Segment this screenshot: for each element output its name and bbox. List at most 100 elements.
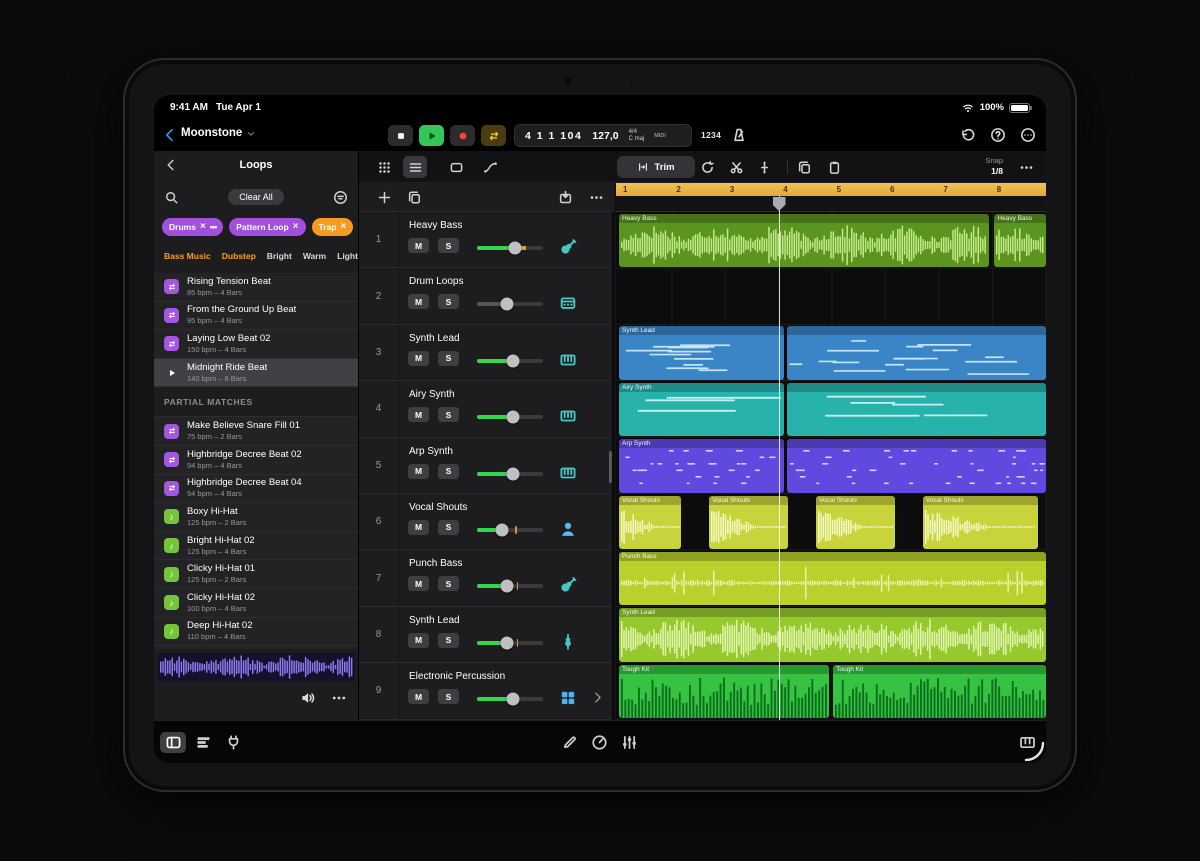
ruler-strip[interactable] [616, 196, 1046, 212]
tag-link[interactable]: Light [337, 251, 358, 261]
volume-slider[interactable] [477, 246, 543, 250]
loop-list-item[interactable]: ♪ Clicky Hi-Hat 01 125 bpm – 2 Bars [154, 560, 358, 589]
loop-list-item[interactable]: From the Ground Up Beat 95 bpm – 4 Bars [154, 302, 358, 331]
volume-slider[interactable] [477, 641, 543, 645]
track-import-button[interactable] [556, 188, 574, 206]
mixer-button[interactable] [616, 732, 642, 753]
region[interactable] [787, 383, 1046, 436]
track-header[interactable]: 5 Arp Synth M S [359, 438, 612, 494]
filter-pill[interactable]: Trap × [312, 218, 354, 236]
browsers-button[interactable] [160, 732, 186, 753]
mute-button[interactable]: M [408, 238, 429, 253]
expand-chevron-icon[interactable] [591, 691, 604, 704]
loop-tool-button[interactable] [698, 158, 716, 176]
region[interactable]: Synth Lead [619, 608, 1046, 661]
volume-slider[interactable] [477, 302, 543, 306]
automation-button[interactable] [481, 158, 499, 176]
solo-button[interactable]: S [438, 576, 459, 591]
loop-list-item[interactable]: ♪ Bright Hi-Hat 02 125 bpm – 4 Bars [154, 532, 358, 561]
track-header[interactable]: 4 Airy Synth M S [359, 381, 612, 437]
solo-button[interactable]: S [438, 689, 459, 704]
track-header[interactable]: 2 Drum Loops M S [359, 268, 612, 324]
volume-slider[interactable] [477, 528, 543, 532]
region[interactable]: Arp Synth [619, 439, 784, 492]
track-header[interactable]: 1 Heavy Bass M S [359, 212, 612, 268]
region[interactable]: Tough Kit [833, 665, 1046, 718]
track-header-more-button[interactable] [587, 188, 605, 206]
mute-button[interactable]: M [408, 689, 429, 704]
mute-button[interactable]: M [408, 520, 429, 535]
metronome-button[interactable] [731, 127, 747, 143]
region[interactable] [787, 439, 1046, 492]
solo-button[interactable]: S [438, 294, 459, 309]
solo-button[interactable]: S [438, 464, 459, 479]
marquee-tool-button[interactable] [447, 158, 465, 176]
remove-filter-icon[interactable]: × [293, 223, 299, 231]
more-options-button[interactable] [1020, 127, 1036, 143]
loop-list-item[interactable]: Highbridge Decree Beat 02 94 bpm – 4 Bar… [154, 446, 358, 475]
solo-button[interactable]: S [438, 351, 459, 366]
loop-list-item[interactable]: Highbridge Decree Beat 04 94 bpm – 4 Bar… [154, 475, 358, 504]
volume-slider[interactable] [477, 584, 543, 588]
tag-link[interactable]: Bright [267, 251, 292, 261]
gain-tool-button[interactable] [755, 158, 773, 176]
region[interactable]: Airy Synth [619, 383, 784, 436]
track-header[interactable]: 6 Vocal Shouts M S [359, 494, 612, 550]
solo-button[interactable]: S [438, 520, 459, 535]
region[interactable]: Heavy Bass [994, 214, 1046, 267]
region[interactable] [787, 326, 1046, 379]
clear-all-button[interactable]: Clear All [228, 189, 284, 205]
mute-button[interactable]: M [408, 464, 429, 479]
duplicate-track-button[interactable] [405, 188, 423, 206]
region[interactable]: Vocal Shouts [619, 496, 681, 549]
region[interactable]: Vocal Shouts [709, 496, 788, 549]
cycle-button[interactable] [481, 125, 506, 146]
cycle-range[interactable]: 12345678 [616, 183, 1046, 196]
region[interactable]: Punch Bass [619, 552, 1046, 605]
split-button[interactable] [727, 158, 745, 176]
trim-button[interactable]: Trim [617, 156, 695, 178]
volume-slider[interactable] [477, 415, 543, 419]
toolbar-more-button[interactable] [1017, 158, 1035, 176]
track-header[interactable]: 8 Synth Lead M S [359, 607, 612, 663]
region[interactable]: Heavy Bass [619, 214, 989, 267]
region[interactable]: Vocal Shouts [923, 496, 1038, 549]
loop-preview-waveform[interactable] [158, 653, 355, 681]
mute-button[interactable]: M [408, 407, 429, 422]
filter-pill[interactable]: Drums × ••• [162, 218, 223, 236]
play-button[interactable] [419, 125, 444, 146]
timeline-ruler[interactable]: 12345678 [616, 183, 1046, 212]
editors-button[interactable] [556, 732, 582, 753]
lcd-display[interactable]: 4 1 1 104 127,0 4/4 C maj MIDI [514, 124, 692, 147]
filter-pill[interactable]: Pattern Loop × [229, 218, 305, 236]
count-in-button[interactable]: 1234 [701, 130, 721, 140]
grid-view-button[interactable] [375, 158, 393, 176]
mute-button[interactable]: M [408, 294, 429, 309]
pill-more-icon[interactable]: ••• [210, 222, 216, 232]
help-button[interactable] [990, 127, 1006, 143]
tag-link[interactable]: Warm [303, 251, 326, 261]
preview-volume-icon[interactable] [300, 690, 316, 706]
add-track-button[interactable] [375, 188, 393, 206]
list-view-button[interactable] [403, 156, 427, 178]
tag-link[interactable]: Dubstep [222, 251, 256, 261]
loop-list-item[interactable]: ♪ Deep Hi-Hat 02 110 bpm – 4 Bars [154, 618, 358, 647]
tuner-button[interactable] [586, 732, 612, 753]
mute-button[interactable]: M [408, 351, 429, 366]
mute-button[interactable]: M [408, 576, 429, 591]
region[interactable]: Vocal Shouts [816, 496, 895, 549]
remove-filter-icon[interactable]: × [340, 223, 346, 231]
track-header[interactable]: 3 Synth Lead M S [359, 325, 612, 381]
scroll-indicator[interactable] [609, 451, 612, 483]
loop-list-item[interactable]: ♪ Clicky Hi-Hat 02 100 bpm – 4 Bars [154, 589, 358, 618]
solo-button[interactable]: S [438, 633, 459, 648]
loop-list-item[interactable]: Rising Tension Beat 85 bpm – 4 Bars [154, 273, 358, 302]
paste-button[interactable] [825, 158, 843, 176]
volume-slider[interactable] [477, 359, 543, 363]
filter-icon[interactable] [333, 190, 348, 205]
project-menu[interactable]: Moonstone [181, 127, 256, 139]
loop-list-item[interactable]: Midnight Ride Beat 140 bpm – 8 Bars [154, 359, 358, 388]
remove-filter-icon[interactable]: × [200, 223, 206, 231]
track-header[interactable]: 7 Punch Bass M S [359, 550, 612, 606]
search-icon[interactable] [164, 190, 179, 205]
